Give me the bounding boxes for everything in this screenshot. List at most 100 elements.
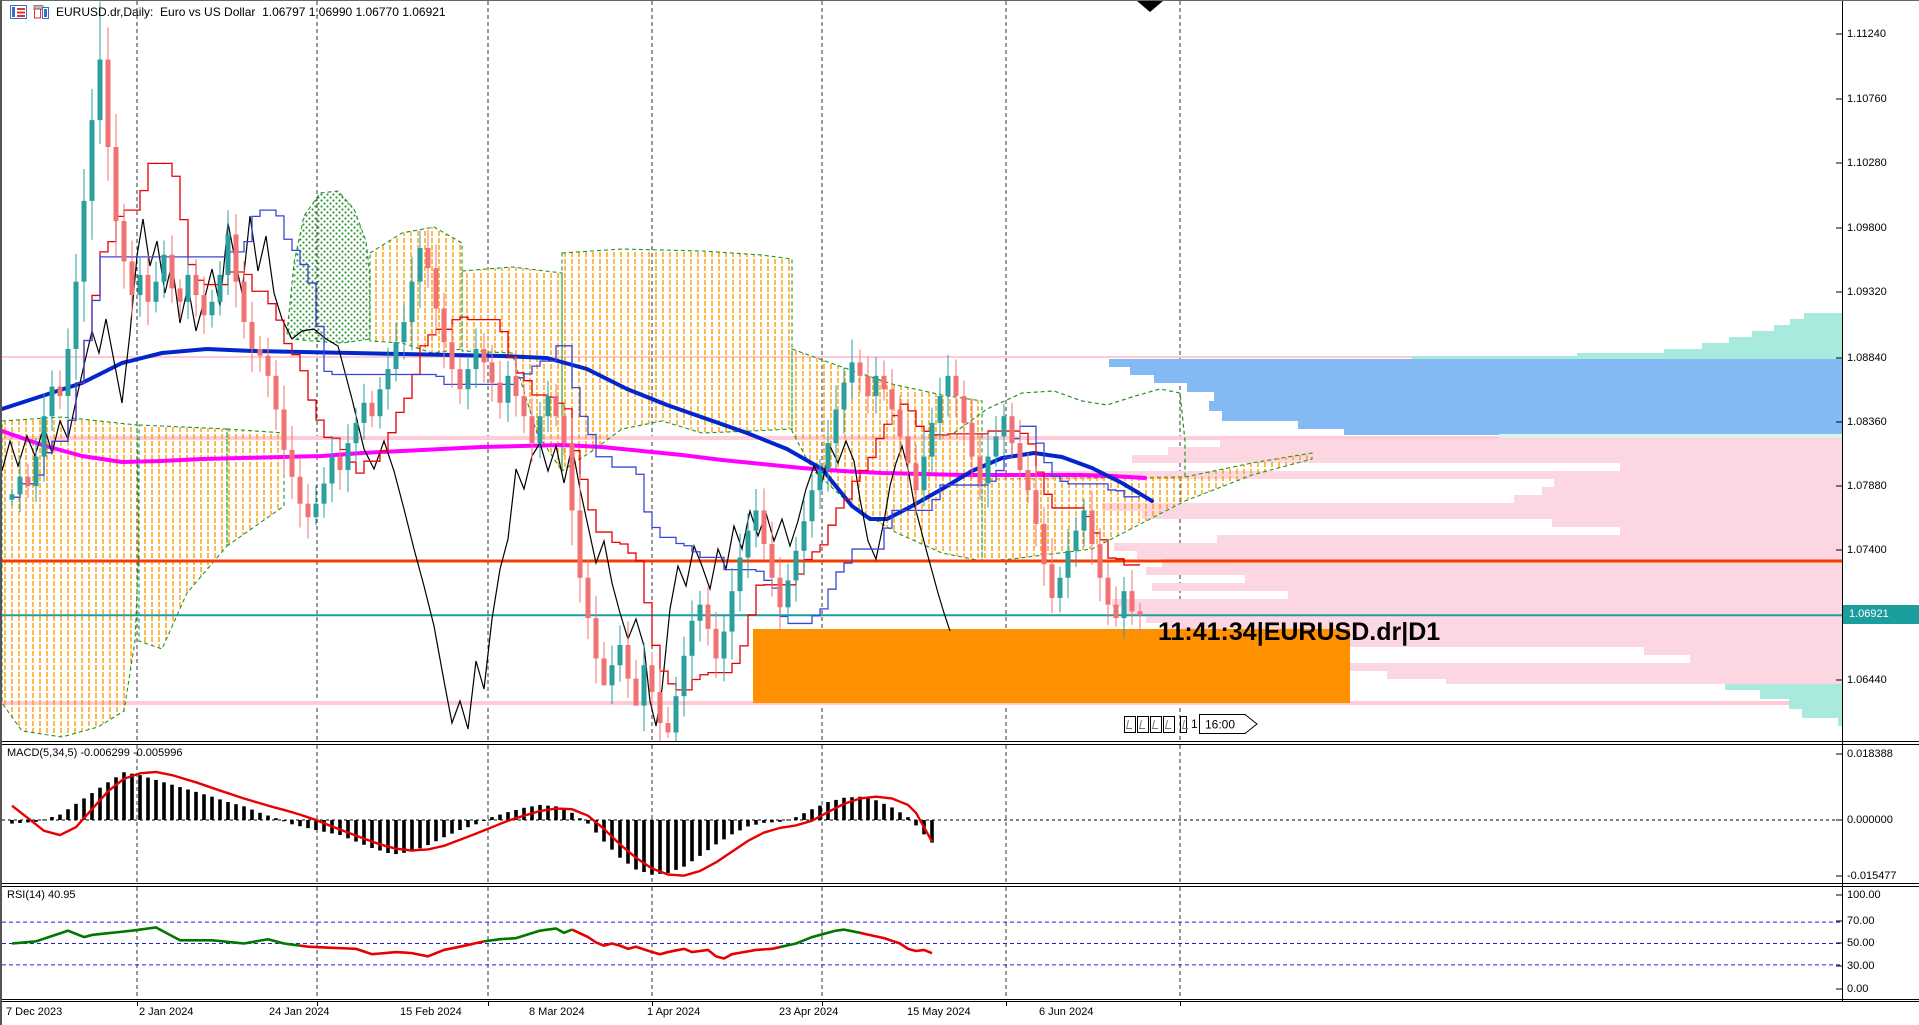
profile-pink bbox=[1137, 551, 1842, 559]
macd-histogram-bar bbox=[698, 820, 702, 856]
price-axis-label: 1.10760 bbox=[1847, 92, 1887, 106]
profile-pink bbox=[1514, 495, 1842, 503]
candle-body bbox=[330, 457, 335, 484]
candle-body bbox=[1074, 531, 1079, 551]
profile-cyan-top bbox=[1804, 313, 1842, 319]
candle-body bbox=[1106, 578, 1111, 605]
candle-body bbox=[674, 696, 679, 732]
candle-body bbox=[498, 383, 503, 403]
bar-chart-icon[interactable] bbox=[33, 5, 50, 19]
macd-histogram-bar bbox=[130, 774, 134, 820]
panel-separator[interactable] bbox=[2, 883, 1919, 884]
candle-body bbox=[122, 221, 127, 261]
candle-body bbox=[906, 436, 911, 463]
candle-body bbox=[650, 665, 655, 692]
profile-pink bbox=[1114, 543, 1842, 551]
macd-panel[interactable] bbox=[2, 745, 1842, 883]
time-axis[interactable]: 7 Dec 20232 Jan 202424 Jan 202415 Feb 20… bbox=[2, 1002, 1919, 1025]
candle-body bbox=[770, 544, 775, 578]
trading-chart-window: EURUSD.dr,Daily: Euro vs US Dollar 1.067… bbox=[0, 0, 1919, 1025]
macd-histogram-bar bbox=[442, 820, 446, 837]
rsi-panel[interactable] bbox=[2, 887, 1842, 999]
macd-histogram-bar bbox=[298, 820, 302, 826]
time-axis-tick bbox=[1006, 1002, 1007, 1006]
candle-body bbox=[154, 282, 159, 302]
candle-body bbox=[1010, 416, 1015, 443]
panel-separator bbox=[2, 1001, 1919, 1002]
candle-body bbox=[90, 120, 95, 201]
macd-histogram-bar bbox=[186, 789, 190, 820]
timestamp-overlay-label: 11:41:34|EURUSD.dr|D1 bbox=[1158, 618, 1440, 647]
candle-body bbox=[1082, 510, 1087, 530]
price-axis[interactable]: 1.112401.107601.102801.098001.093201.088… bbox=[1843, 1, 1919, 1001]
candle-body bbox=[698, 605, 703, 621]
candle-body bbox=[1034, 490, 1039, 524]
time-axis-tick bbox=[1180, 1002, 1181, 1006]
candle-body bbox=[666, 723, 671, 732]
candle-body bbox=[714, 629, 719, 659]
macd-histogram-bar bbox=[466, 820, 470, 827]
macd-histogram-bar bbox=[74, 804, 78, 820]
candle-body bbox=[10, 494, 15, 499]
profile-blue bbox=[1298, 421, 1842, 429]
macd-histogram-bar bbox=[914, 820, 918, 825]
candle-body bbox=[250, 322, 255, 349]
profile-pink bbox=[1152, 583, 1842, 591]
profile-pink bbox=[1245, 575, 1842, 583]
macd-histogram-bar bbox=[714, 820, 718, 844]
candle-body bbox=[602, 658, 607, 685]
candle-body bbox=[506, 376, 511, 403]
macd-histogram-bar bbox=[202, 794, 206, 820]
macd-histogram-bar bbox=[362, 820, 366, 845]
candle-body bbox=[450, 342, 455, 369]
down-triangle-marker[interactable] bbox=[1137, 1, 1163, 12]
macd-histogram-bar bbox=[906, 817, 910, 820]
macd-axis-label: 0.018388 bbox=[1847, 747, 1893, 761]
macd-histogram-bar bbox=[882, 804, 886, 820]
rsi-axis-label: 100.00 bbox=[1847, 888, 1881, 902]
candle-body bbox=[218, 275, 223, 302]
macd-label: MACD(5,34,5) -0.006299 -0.005996 bbox=[7, 747, 183, 759]
candle-body bbox=[290, 450, 295, 477]
candle-body bbox=[754, 510, 759, 530]
rsi-axis-label: 0.00 bbox=[1847, 982, 1868, 996]
candle-body bbox=[842, 383, 847, 410]
macd-histogram-bar bbox=[146, 778, 150, 820]
macd-histogram-bar bbox=[474, 820, 478, 824]
kumo-e bbox=[370, 227, 462, 353]
candle-body bbox=[978, 457, 983, 484]
macd-signal-line bbox=[12, 772, 932, 876]
candle-body bbox=[482, 349, 487, 362]
candle-body bbox=[730, 591, 735, 631]
macd-histogram-bar bbox=[578, 818, 582, 820]
chart-properties-icon[interactable] bbox=[10, 5, 27, 19]
candle-body bbox=[1050, 564, 1055, 598]
candle-body bbox=[634, 679, 639, 706]
macd-histogram-bar bbox=[282, 820, 286, 821]
candle-body bbox=[914, 463, 919, 490]
candle-body bbox=[1090, 510, 1095, 544]
macd-histogram-bar bbox=[482, 820, 486, 821]
panel-separator[interactable] bbox=[2, 741, 1919, 742]
profile-cyan-top bbox=[1752, 331, 1842, 337]
candle-body bbox=[242, 282, 247, 322]
profile-pink bbox=[1387, 671, 1842, 679]
macd-histogram-bar bbox=[426, 820, 430, 845]
rsi-line-segment bbox=[484, 929, 572, 942]
candle-body bbox=[258, 349, 263, 356]
candle-body bbox=[1114, 605, 1119, 618]
candle-body bbox=[826, 443, 831, 470]
candle-body bbox=[410, 282, 415, 322]
candle-body bbox=[106, 60, 111, 147]
price-axis-label: 1.08360 bbox=[1847, 415, 1887, 429]
main-chart-plot[interactable] bbox=[2, 1, 1842, 741]
profile-pink bbox=[1168, 447, 1842, 455]
candle-body bbox=[178, 288, 183, 301]
svg-text:16:00: 16:00 bbox=[1205, 718, 1235, 732]
candle-body bbox=[362, 403, 367, 423]
macd-histogram-bar bbox=[98, 788, 102, 820]
price-axis-label: 1.09320 bbox=[1847, 285, 1887, 299]
candle-body bbox=[954, 376, 959, 396]
macd-histogram-bar bbox=[522, 808, 526, 820]
candle-body bbox=[202, 295, 207, 315]
